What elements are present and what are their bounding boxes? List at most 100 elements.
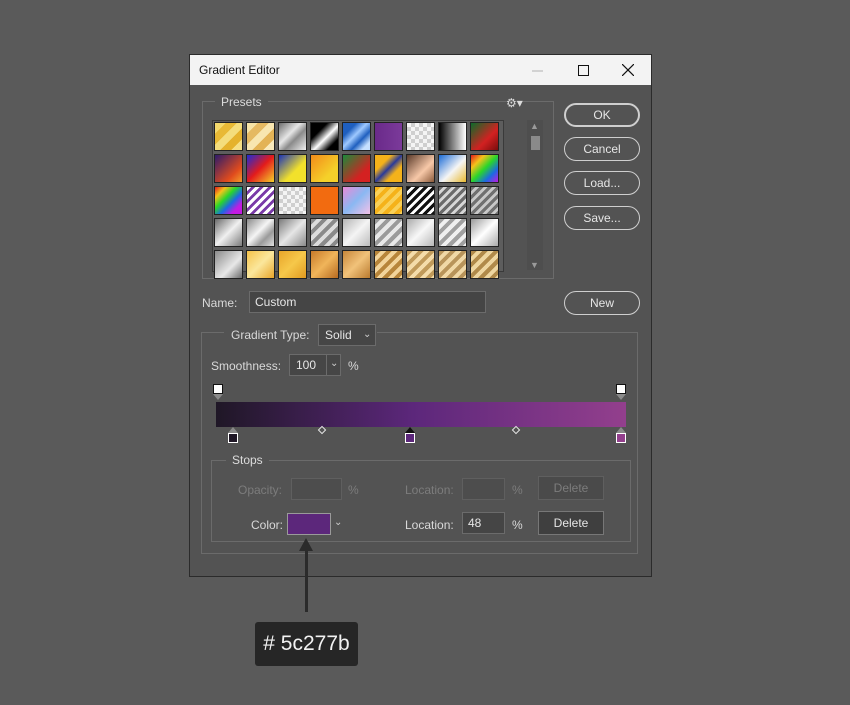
presets-menu-button[interactable]: ⚙▾ <box>506 96 526 110</box>
preset-swatch[interactable] <box>278 250 307 279</box>
smoothness-dropdown[interactable]: ⌄ <box>326 354 342 376</box>
preset-swatch[interactable] <box>246 250 275 279</box>
cancel-button[interactable]: Cancel <box>564 137 640 161</box>
title-bar: Gradient Editor <box>190 55 651 85</box>
preset-swatch[interactable] <box>470 250 499 279</box>
opacity-delete-button[interactable]: Delete <box>538 476 604 500</box>
new-button[interactable]: New <box>564 291 640 315</box>
swatch-grid <box>213 121 500 280</box>
callout-arrow-line <box>305 548 308 612</box>
preset-swatch[interactable] <box>470 186 499 215</box>
preset-swatch[interactable] <box>438 218 467 247</box>
stops-label: Stops <box>226 453 269 467</box>
ok-button[interactable]: OK <box>564 103 640 127</box>
preset-swatch[interactable] <box>406 122 435 151</box>
opacity-label: Opacity: <box>238 483 283 497</box>
preset-swatch[interactable] <box>246 154 275 183</box>
save-button[interactable]: Save... <box>564 206 640 230</box>
preset-swatch[interactable] <box>406 250 435 279</box>
minimize-button[interactable] <box>514 55 560 85</box>
gradient-type-label: Gradient Type: <box>231 328 310 342</box>
preset-swatch[interactable] <box>246 218 275 247</box>
color-delete-button[interactable]: Delete <box>538 511 604 535</box>
chevron-down-icon[interactable]: ⌄ <box>334 517 342 528</box>
maximize-button[interactable] <box>560 55 606 85</box>
scroll-down-icon[interactable]: ▼ <box>530 260 539 270</box>
preset-swatch[interactable] <box>406 218 435 247</box>
preset-swatch[interactable] <box>374 122 403 151</box>
preset-swatch[interactable] <box>246 122 275 151</box>
load-button[interactable]: Load... <box>564 171 640 195</box>
preset-swatch[interactable] <box>438 122 467 151</box>
preset-swatch[interactable] <box>438 154 467 183</box>
preset-swatch[interactable] <box>374 218 403 247</box>
scroll-up-icon[interactable]: ▲ <box>530 121 539 131</box>
preset-swatch[interactable] <box>246 186 275 215</box>
gear-icon: ⚙▾ <box>506 96 523 110</box>
preset-swatch[interactable] <box>470 154 499 183</box>
preset-swatch[interactable] <box>342 154 371 183</box>
preset-swatch[interactable] <box>406 186 435 215</box>
color-swatch[interactable] <box>287 513 331 535</box>
opacity-input[interactable] <box>291 478 342 500</box>
preset-swatch[interactable] <box>278 122 307 151</box>
preset-swatch[interactable] <box>374 250 403 279</box>
color-stop-left[interactable] <box>228 433 238 443</box>
color-location-unit: % <box>512 518 523 532</box>
gradient-editor-dialog: Gradient Editor Presets ⚙▾ ▲ ▼ OK Cancel… <box>189 54 652 577</box>
color-location-input[interactable]: 48 <box>462 512 505 534</box>
preset-swatch[interactable] <box>342 250 371 279</box>
preset-swatch[interactable] <box>310 122 339 151</box>
color-location-label: Location: <box>405 518 454 532</box>
preset-swatch[interactable] <box>310 186 339 215</box>
presets-scrollbar[interactable]: ▲ ▼ <box>527 120 543 270</box>
opacity-location-unit: % <box>512 483 523 497</box>
preset-swatch[interactable] <box>342 122 371 151</box>
preset-swatch[interactable] <box>406 154 435 183</box>
preset-swatch[interactable] <box>214 154 243 183</box>
preset-swatch[interactable] <box>278 154 307 183</box>
close-button[interactable] <box>605 55 651 85</box>
opacity-stop-left-pointer <box>213 394 223 400</box>
gradient-preview-bar[interactable] <box>216 402 626 427</box>
preset-swatch[interactable] <box>342 218 371 247</box>
chevron-down-icon: ⌄ <box>363 329 372 340</box>
preset-swatch[interactable] <box>374 186 403 215</box>
presets-label: Presets <box>215 95 268 109</box>
color-stop-selected[interactable] <box>405 433 415 443</box>
preset-swatch[interactable] <box>470 218 499 247</box>
opacity-location-label: Location: <box>405 483 454 497</box>
color-stop-right[interactable] <box>616 433 626 443</box>
preset-swatch[interactable] <box>278 186 307 215</box>
window-title: Gradient Editor <box>199 63 280 77</box>
gradient-type-select[interactable]: Solid ⌄ <box>318 324 376 346</box>
preset-swatch[interactable] <box>470 122 499 151</box>
preset-swatch[interactable] <box>214 218 243 247</box>
preset-swatch[interactable] <box>214 250 243 279</box>
smoothness-label: Smoothness: <box>211 359 282 373</box>
opacity-stop-right-pointer <box>616 394 626 400</box>
preset-swatch[interactable] <box>438 250 467 279</box>
preset-swatch[interactable] <box>278 218 307 247</box>
preset-swatch[interactable] <box>310 250 339 279</box>
opacity-stop-left[interactable] <box>213 384 223 394</box>
preset-swatch[interactable] <box>374 154 403 183</box>
opacity-location-input[interactable] <box>462 478 505 500</box>
name-input[interactable]: Custom <box>249 291 486 313</box>
opacity-stop-right[interactable] <box>616 384 626 394</box>
presets-swatch-area <box>212 120 504 279</box>
color-hex-callout: # 5c277b <box>255 622 358 666</box>
preset-swatch[interactable] <box>342 186 371 215</box>
gradient-type-value: Solid <box>325 328 352 342</box>
preset-swatch[interactable] <box>214 186 243 215</box>
scroll-thumb[interactable] <box>531 136 540 150</box>
chevron-down-icon: ⌄ <box>330 358 339 369</box>
preset-swatch[interactable] <box>310 154 339 183</box>
preset-swatch[interactable] <box>310 218 339 247</box>
opacity-unit: % <box>348 483 359 497</box>
close-icon <box>622 64 634 76</box>
name-label: Name: <box>202 296 238 310</box>
preset-swatch[interactable] <box>214 122 243 151</box>
smoothness-value: 100 <box>296 358 317 372</box>
preset-swatch[interactable] <box>438 186 467 215</box>
